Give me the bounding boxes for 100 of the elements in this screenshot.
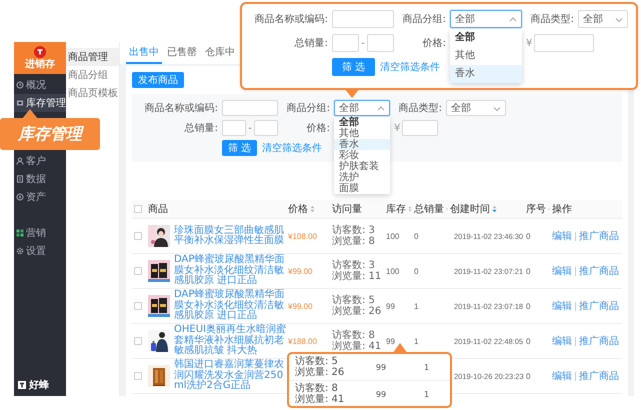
publish-button[interactable]: 发布商品: [132, 72, 184, 88]
edit-link[interactable]: 编辑: [552, 369, 572, 383]
dropdown-option[interactable]: 全部: [450, 29, 522, 47]
visitor-count: 访客数: 8: [332, 330, 375, 341]
product-title[interactable]: OHEUI奥丽再生水暗润蜜套精华液补水细腻抗初老敏感肌抗皱 抖大热: [174, 325, 286, 357]
view-count: 浏览量: 8: [332, 236, 375, 247]
submenu-item[interactable]: 商品页模板: [66, 84, 119, 102]
field-label: 商品分组:: [286, 102, 330, 115]
dropdown-option[interactable]: 全部: [334, 117, 390, 128]
brand-name: 好蜂: [29, 378, 49, 392]
promote-link[interactable]: 推广商品: [575, 336, 619, 346]
clear-filters-link[interactable]: 清空筛选条件: [380, 60, 440, 74]
dropdown-option[interactable]: 香水: [450, 65, 522, 83]
select-field[interactable]: 全部: [450, 10, 522, 28]
select-field[interactable]: 全部: [446, 100, 506, 116]
dropdown-option[interactable]: 其他: [450, 47, 522, 65]
view-count: 浏览量: 26: [295, 367, 346, 378]
sort-number: 0: [526, 302, 530, 310]
field-label: 商品分组:: [402, 12, 446, 26]
price: ¥188.00: [288, 336, 317, 346]
max-sales-field[interactable]: [366, 34, 394, 52]
dropdown-option[interactable]: 香水: [334, 139, 390, 150]
column-header: 序号: [526, 202, 546, 216]
row-checkbox[interactable]: [134, 372, 142, 380]
price: ¥99.00: [288, 266, 312, 276]
select-field[interactable]: 全部: [334, 100, 390, 116]
dropdown-option[interactable]: 面膜: [334, 183, 390, 194]
column-header: 商品: [148, 202, 168, 216]
promote-link[interactable]: 推广商品: [575, 372, 619, 380]
edit-link[interactable]: 编辑: [552, 229, 572, 243]
product-title[interactable]: DAP蜂蜜玻尿酸黑精华面膜女补水淡化细纹清洁敏感肌胶原 进口正品: [174, 255, 286, 287]
price: ¥99.00: [288, 302, 312, 310]
filter-button[interactable]: 筛 选: [332, 58, 376, 76]
field-label: 商品名称或编码:: [254, 12, 328, 26]
logo-icon: [34, 46, 46, 58]
range-separator: -: [361, 38, 365, 48]
caret-icon: [377, 104, 385, 112]
max-price-field[interactable]: [402, 120, 438, 136]
select-field[interactable]: 全部: [578, 10, 628, 28]
sidebar-item[interactable]: 营销: [14, 224, 66, 242]
name-field[interactable]: [332, 10, 394, 28]
visitor-count: 访客数: 5: [332, 295, 375, 306]
edit-link[interactable]: 编辑: [552, 299, 572, 313]
column-header: 访问量: [332, 202, 362, 216]
coin-icon: [16, 193, 24, 201]
column-header: 价格: [288, 202, 308, 216]
stock-count: 99: [386, 302, 395, 310]
product-title[interactable]: 珍珠面膜女三部曲敏感肌平衡补水保湿弹性生面膜: [174, 226, 286, 246]
tab[interactable]: 仓库中: [202, 42, 238, 64]
dropdown-option[interactable]: 彩妆: [334, 150, 390, 161]
submenu-item[interactable]: 商品分组: [66, 66, 119, 84]
promote-link[interactable]: 推广商品: [575, 266, 619, 276]
max-price-field[interactable]: [534, 34, 594, 52]
field-label: 总销量:: [184, 122, 218, 135]
sidebar-item[interactable]: 资产: [14, 188, 66, 206]
column-header: 操作: [552, 203, 572, 216]
clear-filters-link[interactable]: 清空筛选条件: [262, 141, 322, 155]
product-title[interactable]: 韩国进口睿嘉润莱蔓律农润闪耀洗发水金润营250ml洗护2合G正品: [174, 360, 286, 392]
dropdown-option[interactable]: 洗护: [334, 172, 390, 183]
row-checkbox[interactable]: [134, 267, 142, 275]
price: ¥108.00: [288, 232, 317, 240]
visitor-count: 访客数: 3: [332, 225, 375, 236]
visitor-count: 访客数: 3: [332, 260, 375, 271]
view-count: 浏览量: 11: [332, 271, 382, 282]
min-sales-field[interactable]: [222, 120, 246, 136]
column-header: 库存: [386, 202, 406, 216]
sort-number: 0: [526, 336, 530, 346]
sort-number: 0: [526, 372, 530, 380]
min-sales-field[interactable]: [332, 34, 360, 52]
edit-link[interactable]: 编辑: [552, 334, 572, 348]
currency-symbol: ¥: [526, 38, 532, 48]
product-title[interactable]: DAP蜂蜜玻尿酸黑精华面膜女补水淡化细纹清洁敏感肌胶原 进口正品: [174, 290, 286, 322]
row-checkbox[interactable]: [134, 337, 142, 345]
edit-link[interactable]: 编辑: [552, 264, 572, 278]
sort-number: 0: [526, 232, 530, 240]
max-sales-field[interactable]: [254, 120, 278, 136]
sidebar-item[interactable]: 客户: [14, 152, 66, 170]
brand-icon: [18, 381, 26, 389]
sidebar-item[interactable]: 数据: [14, 170, 66, 188]
tab[interactable]: 已售罄: [164, 42, 200, 64]
dropdown-option[interactable]: 其他: [334, 128, 390, 139]
dropdown-option[interactable]: 护肤套装: [334, 161, 390, 172]
range-separator: -: [248, 122, 252, 134]
row-checkbox[interactable]: [134, 232, 142, 240]
filter-button[interactable]: 筛 选: [222, 140, 258, 156]
sidebar-item[interactable]: 概况: [14, 76, 66, 94]
select-all-checkbox[interactable]: [134, 205, 142, 213]
sidebar-item[interactable]: 库存管理: [14, 94, 66, 112]
tab[interactable]: 出售中: [126, 42, 162, 64]
settings-icon: [16, 247, 24, 255]
promote-link[interactable]: 推广商品: [575, 232, 619, 240]
person-icon: [16, 157, 24, 165]
column-header: 创建时间: [450, 202, 490, 216]
row-checkbox[interactable]: [134, 302, 142, 310]
field-label: 商品类型:: [398, 102, 442, 115]
sidebar-item[interactable]: 设置: [14, 242, 66, 260]
promote-link[interactable]: 推广商品: [575, 302, 619, 310]
submenu-item[interactable]: 商品管理: [66, 48, 119, 66]
name-field[interactable]: [222, 100, 278, 116]
view-count: 浏览量: 41: [295, 394, 346, 405]
